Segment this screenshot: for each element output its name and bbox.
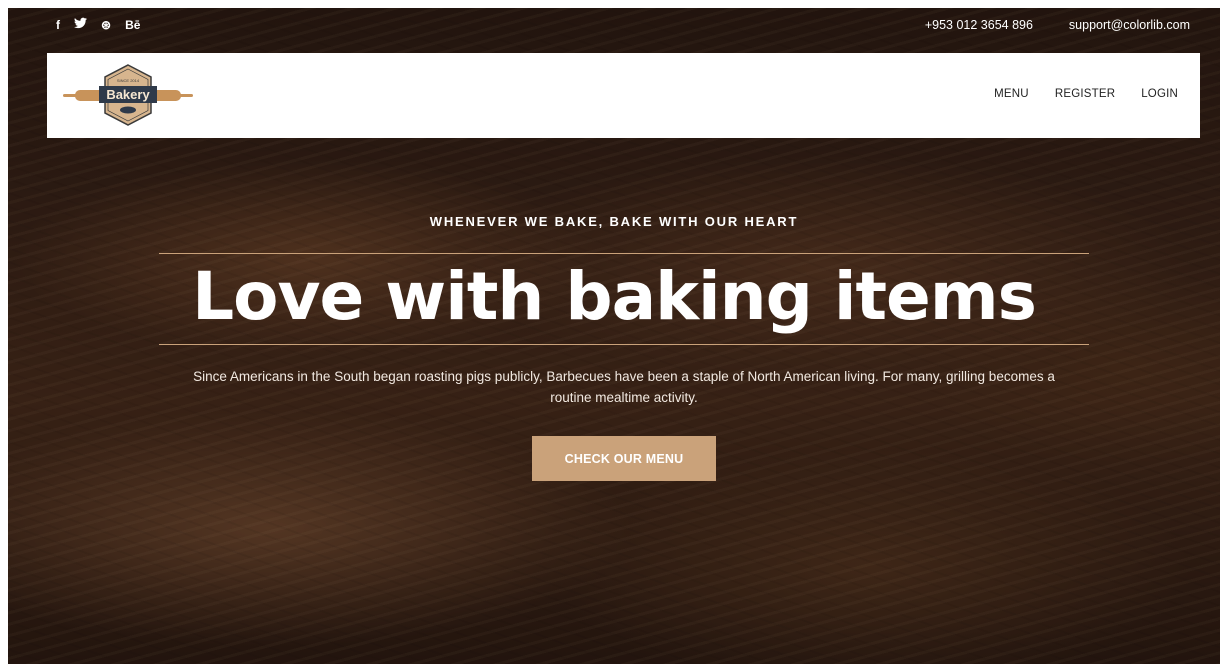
check-our-menu-button[interactable]: CHECK OUR MENU — [532, 436, 716, 481]
hero-section: WHENEVER WE BAKE, BAKE WITH OUR HEART Lo… — [8, 8, 1220, 664]
hero-subtitle: WHENEVER WE BAKE, BAKE WITH OUR HEART — [429, 214, 799, 229]
hero-title: Love with baking items — [192, 258, 1037, 335]
hero-divider-bottom — [159, 344, 1089, 345]
hero-background: f ⊛ Bē +953 012 3654 896 support@colorli… — [8, 8, 1220, 664]
hero-description: Since Americans in the South began roast… — [193, 369, 1055, 405]
